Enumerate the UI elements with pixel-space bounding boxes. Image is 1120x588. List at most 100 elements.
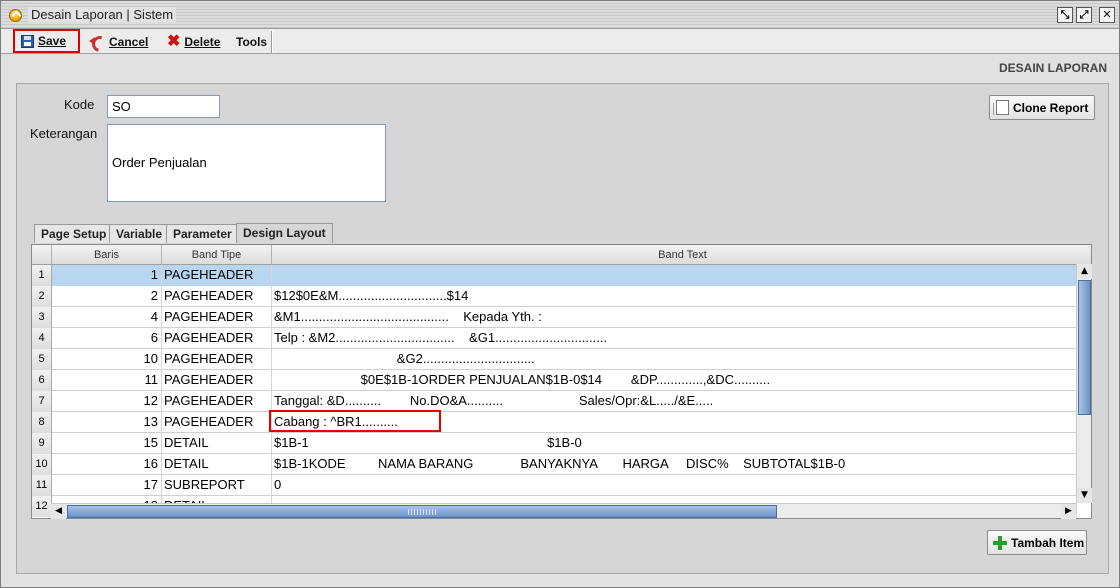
page-title: DESAIN LAPORAN: [998, 61, 1107, 75]
cell-band-text[interactable]: $1B-1KODE NAMA BARANG BANYAKNYA HARGA DI…: [272, 454, 1077, 475]
tools-menu[interactable]: Tools: [236, 31, 267, 53]
grid-header: Baris Band Tipe Band Text: [32, 245, 1091, 265]
column-header-band-tipe[interactable]: Band Tipe: [162, 245, 272, 265]
cell-band-text[interactable]: [272, 265, 1077, 286]
floppy-disk-icon: [21, 34, 34, 48]
delete-button[interactable]: ✖ Delete: [167, 31, 220, 53]
kode-label: Kode: [64, 97, 95, 112]
tab-design-layout[interactable]: Design Layout: [236, 223, 333, 243]
cell-band-tipe[interactable]: PAGEHEADER: [162, 349, 272, 370]
vertical-scrollbar[interactable]: ▲ ▼: [1076, 264, 1092, 503]
kode-input[interactable]: SO: [107, 95, 220, 118]
clone-report-button[interactable]: Clone Report: [989, 95, 1095, 120]
scroll-down-icon[interactable]: ▼: [1077, 488, 1092, 503]
row-number: 5: [32, 349, 52, 370]
cancel-label: Cancel: [109, 35, 149, 49]
undo-arrow-icon: [89, 35, 105, 49]
scroll-up-icon[interactable]: ▲: [1077, 264, 1092, 279]
cell-band-tipe[interactable]: DETAIL: [162, 454, 272, 475]
band-grid: Baris Band Tipe Band Text 1 1 PAGEHEADER…: [31, 244, 1092, 519]
cell-band-text[interactable]: &M1.....................................…: [272, 307, 1077, 328]
table-row[interactable]: 3 4 PAGEHEADER &M1......................…: [32, 307, 1077, 328]
table-row[interactable]: 1 1 PAGEHEADER: [32, 265, 1077, 286]
delete-x-icon: ✖: [167, 33, 181, 50]
title-bar: Desain Laporan | Sistem ⤡ ⤢ ✕: [1, 1, 1119, 29]
cell-baris[interactable]: 2: [52, 286, 162, 307]
cell-band-tipe[interactable]: DETAIL: [162, 433, 272, 454]
cell-band-text[interactable]: $12$0E&M..............................$1…: [272, 286, 1077, 307]
table-row[interactable]: 9 15 DETAIL $1B-1 $1B-0: [32, 433, 1077, 454]
cell-baris[interactable]: 13: [52, 412, 162, 433]
cell-baris[interactable]: 16: [52, 454, 162, 475]
plus-icon: [993, 535, 1007, 550]
close-icon[interactable]: ✕: [1099, 7, 1115, 23]
row-number: 7: [32, 391, 52, 412]
row-number: 1: [32, 265, 52, 286]
clone-report-label: Clone Report: [1013, 100, 1089, 115]
cell-baris[interactable]: 10: [52, 349, 162, 370]
keterangan-textarea[interactable]: Order Penjualan: [107, 124, 386, 202]
cell-band-tipe[interactable]: PAGEHEADER: [162, 391, 272, 412]
scroll-right-icon[interactable]: ▶: [1061, 504, 1076, 519]
row-number: 6: [32, 370, 52, 391]
restore-icon[interactable]: ⤡: [1057, 7, 1073, 23]
row-number: 8: [32, 412, 52, 433]
row-number: 12: [32, 496, 52, 517]
save-button[interactable]: Save: [13, 29, 80, 53]
table-row[interactable]: 6 11 PAGEHEADER $0E$1B-1ORDER PENJUALAN$…: [32, 370, 1077, 391]
row-number: 9: [32, 433, 52, 454]
cell-baris[interactable]: 11: [52, 370, 162, 391]
scroll-grip-icon: [408, 509, 436, 515]
cell-band-tipe[interactable]: PAGEHEADER: [162, 265, 272, 286]
table-row[interactable]: 8 13 PAGEHEADER Cabang : ^BR1..........: [32, 412, 1077, 433]
cell-band-tipe[interactable]: SUBREPORT: [162, 475, 272, 496]
add-item-label: Tambah Item: [1011, 535, 1085, 550]
save-label: Save: [38, 34, 67, 48]
cell-band-text[interactable]: Tanggal: &D.......... No.DO&A.......... …: [272, 391, 1077, 412]
row-number: 4: [32, 328, 52, 349]
tools-label: Tools: [236, 35, 268, 49]
delete-label: Delete: [184, 35, 221, 49]
cancel-button[interactable]: Cancel: [89, 31, 148, 53]
cell-band-tipe[interactable]: PAGEHEADER: [162, 328, 272, 349]
cell-band-text[interactable]: 0: [272, 475, 1077, 496]
table-row[interactable]: 2 2 PAGEHEADER $12$0E&M.................…: [32, 286, 1077, 307]
table-row[interactable]: 5 10 PAGEHEADER &G2.....................…: [32, 349, 1077, 370]
cell-band-text[interactable]: $1B-1 $1B-0: [272, 433, 1077, 454]
cell-baris[interactable]: 17: [52, 475, 162, 496]
toolbar: Save Cancel ✖ Delete Tools: [1, 29, 1119, 54]
column-header-baris[interactable]: Baris: [52, 245, 162, 265]
table-row[interactable]: 11 17 SUBREPORT 0: [32, 475, 1077, 496]
cell-baris[interactable]: 6: [52, 328, 162, 349]
table-row[interactable]: 10 16 DETAIL $1B-1KODE NAMA BARANG BANYA…: [32, 454, 1077, 475]
cell-baris[interactable]: 4: [52, 307, 162, 328]
app-icon: [9, 9, 22, 22]
tab-variable[interactable]: Variable: [109, 224, 170, 243]
cell-baris[interactable]: 1: [52, 265, 162, 286]
scroll-left-icon[interactable]: ◀: [51, 504, 66, 519]
row-number: 11: [32, 475, 52, 496]
keterangan-label: Keterangan: [30, 126, 98, 141]
cell-band-text[interactable]: $0E$1B-1ORDER PENJUALAN$1B-0$14 &DP.....…: [272, 370, 1077, 391]
tab-page-setup[interactable]: Page Setup: [34, 224, 114, 243]
table-row[interactable]: 7 12 PAGEHEADER Tanggal: &D.......... No…: [32, 391, 1077, 412]
cell-band-text[interactable]: &G2...............................: [272, 349, 1077, 370]
table-row[interactable]: 4 6 PAGEHEADER Telp : &M2...............…: [32, 328, 1077, 349]
column-header-band-text[interactable]: Band Text: [272, 245, 1091, 265]
cell-band-tipe[interactable]: PAGEHEADER: [162, 370, 272, 391]
cell-band-text[interactable]: Cabang : ^BR1..........: [272, 412, 1077, 433]
cell-baris[interactable]: 15: [52, 433, 162, 454]
row-number: 2: [32, 286, 52, 307]
row-number: 3: [32, 307, 52, 328]
tab-parameter[interactable]: Parameter: [166, 224, 239, 243]
cell-band-tipe[interactable]: PAGEHEADER: [162, 307, 272, 328]
horizontal-scroll-thumb[interactable]: [67, 505, 777, 518]
maximize-icon[interactable]: ⤢: [1076, 7, 1092, 23]
cell-band-text[interactable]: Telp : &M2..............................…: [272, 328, 1077, 349]
cell-band-tipe[interactable]: PAGEHEADER: [162, 412, 272, 433]
cell-baris[interactable]: 12: [52, 391, 162, 412]
horizontal-scrollbar[interactable]: ◀ ▶: [51, 503, 1076, 519]
cell-band-tipe[interactable]: PAGEHEADER: [162, 286, 272, 307]
vertical-scroll-thumb[interactable]: [1078, 280, 1091, 415]
add-item-button[interactable]: Tambah Item: [987, 530, 1087, 555]
